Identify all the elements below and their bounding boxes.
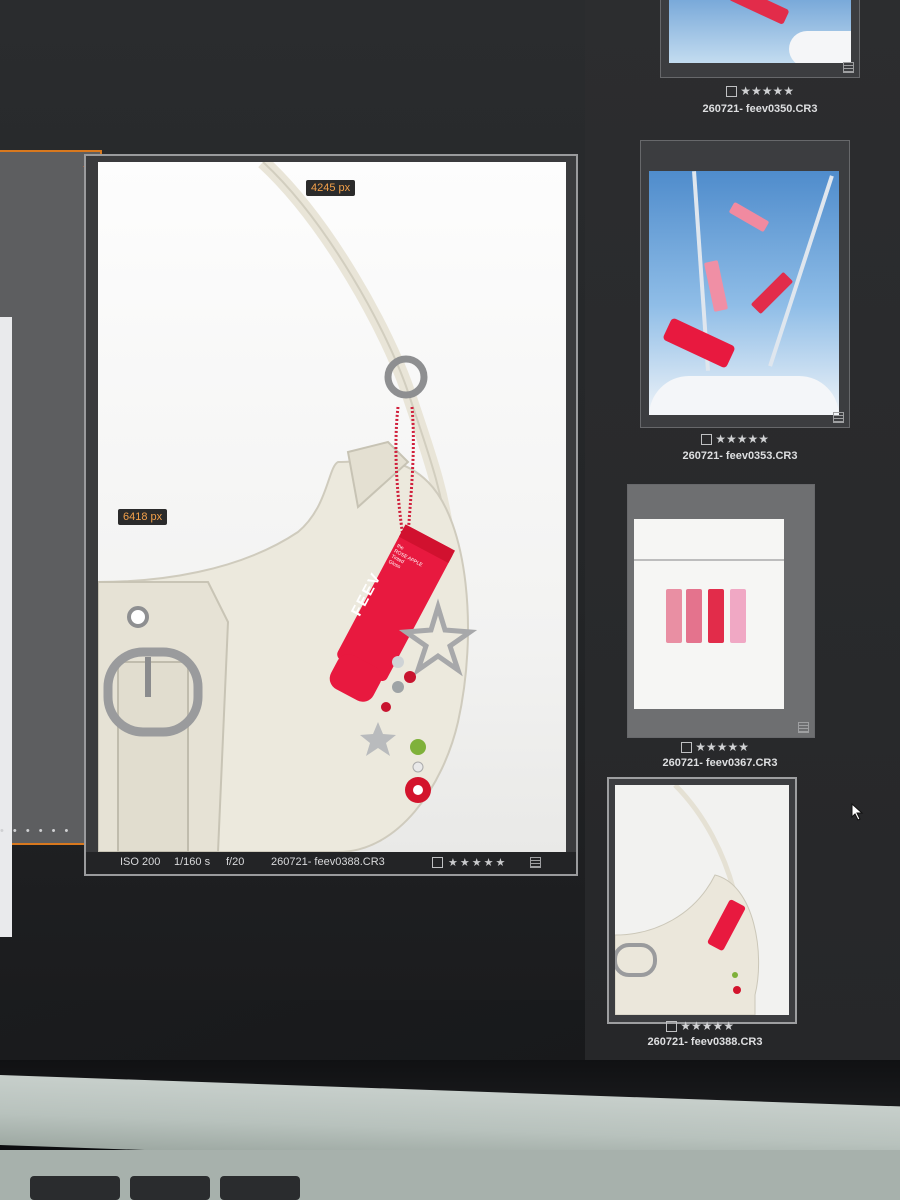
main-photo-metadata-bar: ISO 200 1/160 s f/20 260721- feev0388.CR… bbox=[86, 852, 576, 874]
iso-value: ISO 200 bbox=[120, 856, 161, 868]
select-checkbox[interactable] bbox=[432, 857, 443, 868]
thumbnail-card-current[interactable] bbox=[607, 777, 797, 1024]
thumbnail-filename: 260721- feev0367.CR3 bbox=[662, 757, 778, 769]
photo-viewer: • • • • • • FEEV the ROSE APPLE Tinted G… bbox=[0, 0, 585, 1000]
thumbnail-checkbox[interactable] bbox=[680, 742, 692, 754]
thumbnail-filename: 260721- feev0353.CR3 bbox=[682, 450, 798, 462]
thumbnail-card[interactable] bbox=[660, 0, 860, 78]
thumbnail-stars[interactable]: ★★★★★ bbox=[695, 740, 749, 754]
keyboard-key bbox=[30, 1176, 120, 1200]
keyboard bbox=[0, 1150, 900, 1200]
thumbnail-stars[interactable]: ★★★★★ bbox=[715, 432, 769, 446]
thumbnail-stars[interactable]: ★★★★★ bbox=[740, 84, 794, 98]
thumbnail-image bbox=[615, 785, 789, 1015]
bag-photo-graphic bbox=[98, 162, 478, 852]
thumbnail-image bbox=[649, 171, 839, 415]
thumbnail-info-icon[interactable] bbox=[798, 722, 809, 733]
thumbnail-filename: 260721- feev0350.CR3 bbox=[702, 103, 818, 115]
thumbnail-image bbox=[669, 0, 851, 63]
thumbnail-filename: 260721- feev0388.CR3 bbox=[647, 1036, 763, 1048]
filmstrip-panel: ★★★★★ 260721- feev0350.CR3 ★★★★★ 260721-… bbox=[585, 0, 900, 1060]
thumbnail-rating-row: ★★★★★ bbox=[645, 1019, 755, 1033]
keyboard-key bbox=[130, 1176, 210, 1200]
main-photo-card[interactable]: FEEV the ROSE APPLE Tinted Gloss 4245 px… bbox=[84, 154, 578, 876]
shutter-value: 1/160 s bbox=[174, 856, 211, 868]
thumbnail-rating-row: ★★★★★ bbox=[680, 432, 790, 446]
mouse-cursor-icon bbox=[851, 803, 864, 821]
thumbnail-card[interactable] bbox=[627, 484, 815, 738]
thumbnail-info-icon[interactable] bbox=[833, 412, 844, 423]
previous-photo-image bbox=[0, 317, 12, 937]
thumbnail-stars[interactable]: ★★★★★ bbox=[680, 1019, 734, 1033]
star-rating[interactable]: ★★★★★ bbox=[448, 856, 507, 869]
thumbnail-info-icon[interactable] bbox=[843, 62, 854, 73]
keyboard-key bbox=[220, 1176, 300, 1200]
thumbnail-image bbox=[634, 519, 784, 709]
thumbnail-checkbox[interactable] bbox=[725, 86, 737, 98]
aperture-value: f/20 bbox=[226, 856, 245, 868]
thumbnail-card[interactable] bbox=[640, 140, 850, 428]
thumbnail-checkbox[interactable] bbox=[700, 434, 712, 446]
thumbnail-rating-row: ★★★★★ bbox=[705, 84, 815, 98]
main-filename: 260721- feev0388.CR3 bbox=[271, 856, 385, 868]
height-badge: 6418 px bbox=[118, 509, 168, 525]
previous-photo-dots: • • • • • • bbox=[0, 825, 72, 837]
width-badge: 4245 px bbox=[306, 180, 356, 196]
metadata-icon[interactable] bbox=[530, 857, 541, 868]
thumbnail-checkbox[interactable] bbox=[665, 1021, 677, 1033]
main-photo-image bbox=[98, 162, 566, 852]
thumbnail-rating-row: ★★★★★ bbox=[660, 740, 770, 754]
monitor-screen: • • • • • • FEEV the ROSE APPLE Tinted G… bbox=[0, 0, 900, 1070]
